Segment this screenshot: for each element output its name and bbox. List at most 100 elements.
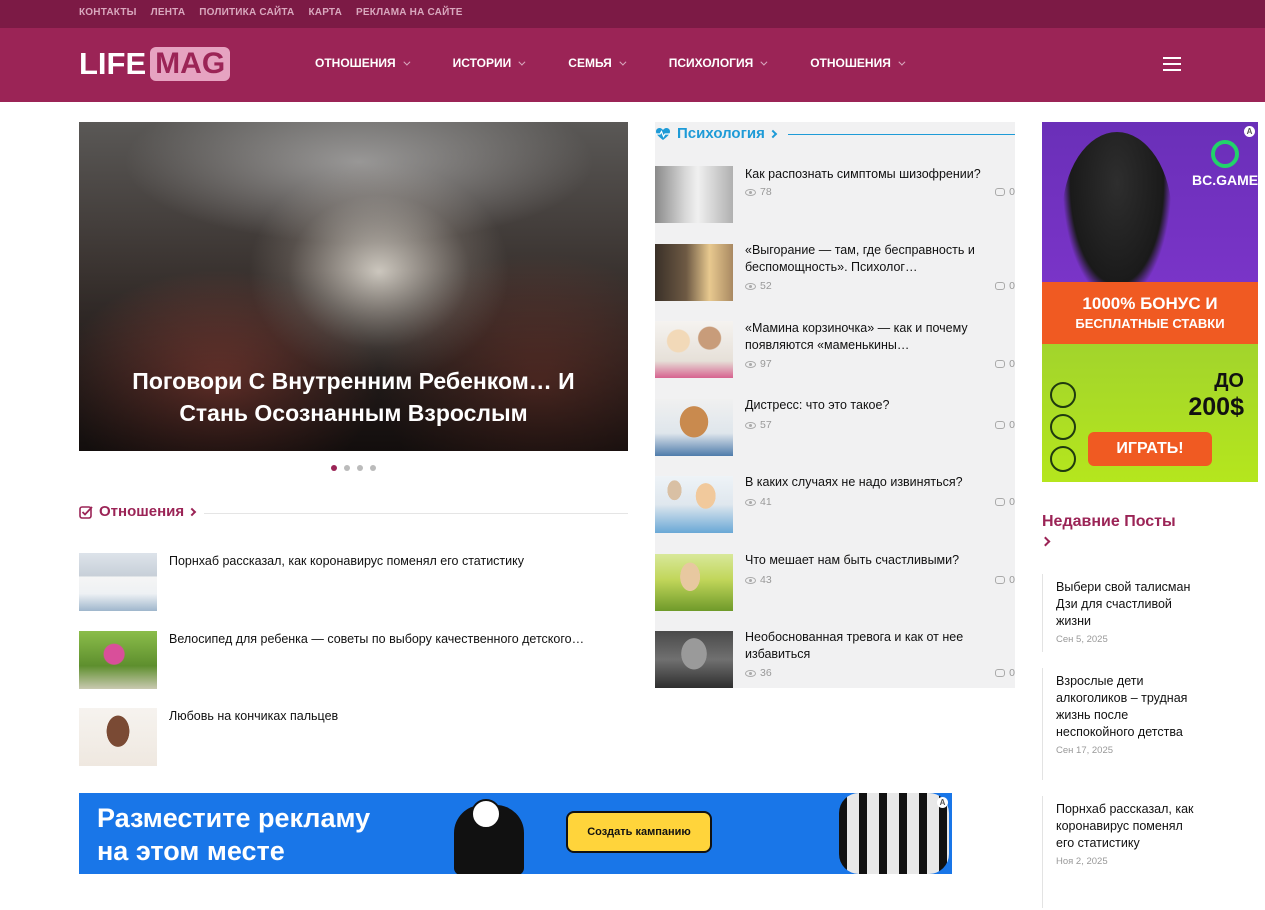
- recent-posts-title[interactable]: Недавние Посты: [1042, 512, 1176, 532]
- title-line: Что мешает нам быть счастливыми?: [745, 553, 960, 567]
- nav-item-stories[interactable]: ИСТОРИИ: [453, 56, 526, 70]
- article-title[interactable]: Что мешает нам быть счастливыми?: [745, 552, 1000, 569]
- nav-item-psychology[interactable]: ПСИХОЛОГИЯ: [669, 56, 768, 70]
- banner-line1: Разместите рекламу: [97, 803, 371, 833]
- comments-value: 0: [1009, 667, 1015, 679]
- article-thumbnail[interactable]: [655, 166, 733, 223]
- recent-post-title[interactable]: Взрослые дети алкоголиков – трудная жизн…: [1056, 668, 1202, 741]
- top-link-ads[interactable]: РЕКЛАМА НА САЙТЕ: [356, 7, 463, 18]
- slider-dot[interactable]: [370, 465, 376, 471]
- comments-count[interactable]: 0: [995, 667, 1015, 679]
- slider-dot[interactable]: [344, 465, 350, 471]
- article-thumbnail[interactable]: [79, 708, 157, 766]
- comments-count[interactable]: 0: [995, 280, 1015, 292]
- recent-post[interactable]: Порнхаб рассказал, как коронавирус помен…: [1042, 796, 1202, 908]
- list-item[interactable]: Велосипед для ребенка — советы по выбору…: [79, 631, 628, 689]
- list-item[interactable]: Порнхаб рассказал, как коронавирус помен…: [79, 553, 628, 611]
- site-logo[interactable]: LIFE MAG: [79, 47, 231, 81]
- list-item[interactable]: «Мамина корзиночка» — как и почему появля…: [655, 321, 1015, 379]
- comments-count[interactable]: 0: [995, 358, 1015, 370]
- chevron-right-icon[interactable]: [187, 507, 197, 516]
- list-item[interactable]: Любовь на кончиках пальцев: [79, 708, 628, 766]
- relations-title[interactable]: Отношения: [99, 503, 184, 520]
- create-campaign-button[interactable]: Создать кампанию: [566, 811, 712, 853]
- top-link-policy[interactable]: ПОЛИТИКА САЙТА: [199, 7, 294, 18]
- heartbeat-icon: [656, 127, 670, 140]
- article-thumbnail[interactable]: [655, 321, 733, 378]
- slider-caption-line2: Стань Осознанным Взрослым: [179, 400, 528, 426]
- chevron-right-icon[interactable]: [1040, 536, 1051, 547]
- comment-icon: [995, 576, 1006, 584]
- chevron-down-icon: [760, 58, 768, 66]
- heading-divider: [788, 134, 1015, 135]
- recent-post[interactable]: Выбери свой талисман Дзи для счастливой …: [1042, 574, 1202, 652]
- recent-post-title[interactable]: Выбери свой талисман Дзи для счастливой …: [1056, 574, 1202, 630]
- article-thumbnail[interactable]: [655, 399, 733, 456]
- slider-caption[interactable]: Поговори С Внутренним Ребенком… И Стань …: [79, 365, 628, 429]
- nav-item-relations-2[interactable]: ОТНОШЕНИЯ: [810, 56, 906, 70]
- list-item[interactable]: Что мешает нам быть счастливыми? 43 0: [655, 552, 1015, 612]
- ad-play-button[interactable]: ИГРАТЬ!: [1088, 432, 1212, 466]
- hamburger-icon[interactable]: [1163, 57, 1181, 71]
- comments-count[interactable]: 0: [995, 419, 1015, 431]
- comments-value: 0: [1009, 419, 1015, 431]
- article-title[interactable]: Велосипед для ребенка — советы по выбору…: [169, 631, 584, 647]
- chevron-down-icon: [518, 58, 526, 66]
- views-value: 78: [760, 186, 772, 198]
- article-thumbnail[interactable]: [655, 244, 733, 301]
- article-title[interactable]: Дистресс: что это такое?: [745, 397, 1000, 414]
- title-line: появляются «маменькины…: [745, 338, 910, 352]
- top-links: КОНТАКТЫ ЛЕНТА ПОЛИТИКА САЙТА КАРТА РЕКЛ…: [79, 7, 477, 18]
- psychology-title[interactable]: Психология: [677, 125, 765, 142]
- article-title[interactable]: Любовь на кончиках пальцев: [169, 708, 338, 724]
- comments-count[interactable]: 0: [995, 186, 1015, 198]
- banner-ad[interactable]: Разместите рекламу на этом месте Создать…: [79, 793, 952, 874]
- recent-post-title[interactable]: Порнхаб рассказал, как коронавирус помен…: [1056, 796, 1202, 852]
- top-link-map[interactable]: КАРТА: [308, 7, 342, 18]
- ad-choices-icon[interactable]: A: [1244, 126, 1255, 137]
- article-title[interactable]: Как распознать симптомы шизофрении?: [745, 166, 1000, 183]
- top-link-contacts[interactable]: КОНТАКТЫ: [79, 7, 137, 18]
- article-thumbnail[interactable]: [655, 476, 733, 533]
- list-item[interactable]: Дистресс: что это такое? 57 0: [655, 397, 1015, 457]
- title-line: «Выгорание — там, где бесправность и: [745, 243, 975, 257]
- article-thumbnail[interactable]: [655, 554, 733, 611]
- article-thumbnail[interactable]: [79, 553, 157, 611]
- recent-post[interactable]: Взрослые дети алкоголиков – трудная жизн…: [1042, 668, 1202, 780]
- slider-dots: [331, 465, 383, 471]
- article-thumbnail[interactable]: [79, 631, 157, 689]
- article-title[interactable]: Необоснованная тревога и как от нее избав…: [745, 629, 1000, 663]
- nav-item-family[interactable]: СЕМЬЯ: [568, 56, 627, 70]
- article-title[interactable]: «Выгорание — там, где бесправность и бесп…: [745, 242, 1000, 276]
- views-value: 52: [760, 280, 772, 292]
- article-title[interactable]: Порнхаб рассказал, как коронавирус помен…: [169, 553, 524, 569]
- top-bar: КОНТАКТЫ ЛЕНТА ПОЛИТИКА САЙТА КАРТА РЕКЛ…: [0, 0, 1265, 28]
- featured-slider[interactable]: Поговори С Внутренним Ребенком… И Стань …: [79, 122, 628, 451]
- comments-value: 0: [1009, 574, 1015, 586]
- views-value: 41: [760, 496, 772, 508]
- list-item[interactable]: «Выгорание — там, где бесправность и бесп…: [655, 242, 1015, 302]
- top-link-feed[interactable]: ЛЕНТА: [151, 7, 186, 18]
- bonus-line1: 1000% БОНУС И: [1082, 294, 1218, 313]
- comments-value: 0: [1009, 186, 1015, 198]
- nav-item-relations[interactable]: ОТНОШЕНИЯ: [315, 56, 411, 70]
- ad-choices-icon[interactable]: A: [937, 797, 948, 808]
- comments-count[interactable]: 0: [995, 574, 1015, 586]
- sidebar-ad[interactable]: BC.GAME 1000% БОНУС И БЕСПЛАТНЫЕ СТАВКИ …: [1042, 122, 1258, 482]
- comments-value: 0: [1009, 358, 1015, 370]
- comments-count[interactable]: 0: [995, 496, 1015, 508]
- banner-line2: на этом месте: [97, 836, 285, 866]
- article-title[interactable]: «Мамина корзиночка» — как и почему появля…: [745, 320, 1000, 354]
- slider-dot[interactable]: [331, 465, 337, 471]
- amount-line2: 200$: [1188, 393, 1244, 421]
- slider-dot[interactable]: [357, 465, 363, 471]
- article-title[interactable]: В каких случаях не надо извиняться?: [745, 474, 1000, 491]
- article-thumbnail[interactable]: [655, 631, 733, 688]
- banner-text: Разместите рекламу на этом месте: [97, 802, 370, 868]
- list-item[interactable]: В каких случаях не надо извиняться? 41 0: [655, 474, 1015, 534]
- list-item[interactable]: Необоснованная тревога и как от нее избав…: [655, 629, 1015, 689]
- list-item[interactable]: Как распознать симптомы шизофрении? 78 0: [655, 166, 1015, 224]
- mascot-head: [471, 799, 501, 829]
- chevron-right-icon[interactable]: [768, 129, 778, 138]
- eye-icon: [745, 360, 756, 368]
